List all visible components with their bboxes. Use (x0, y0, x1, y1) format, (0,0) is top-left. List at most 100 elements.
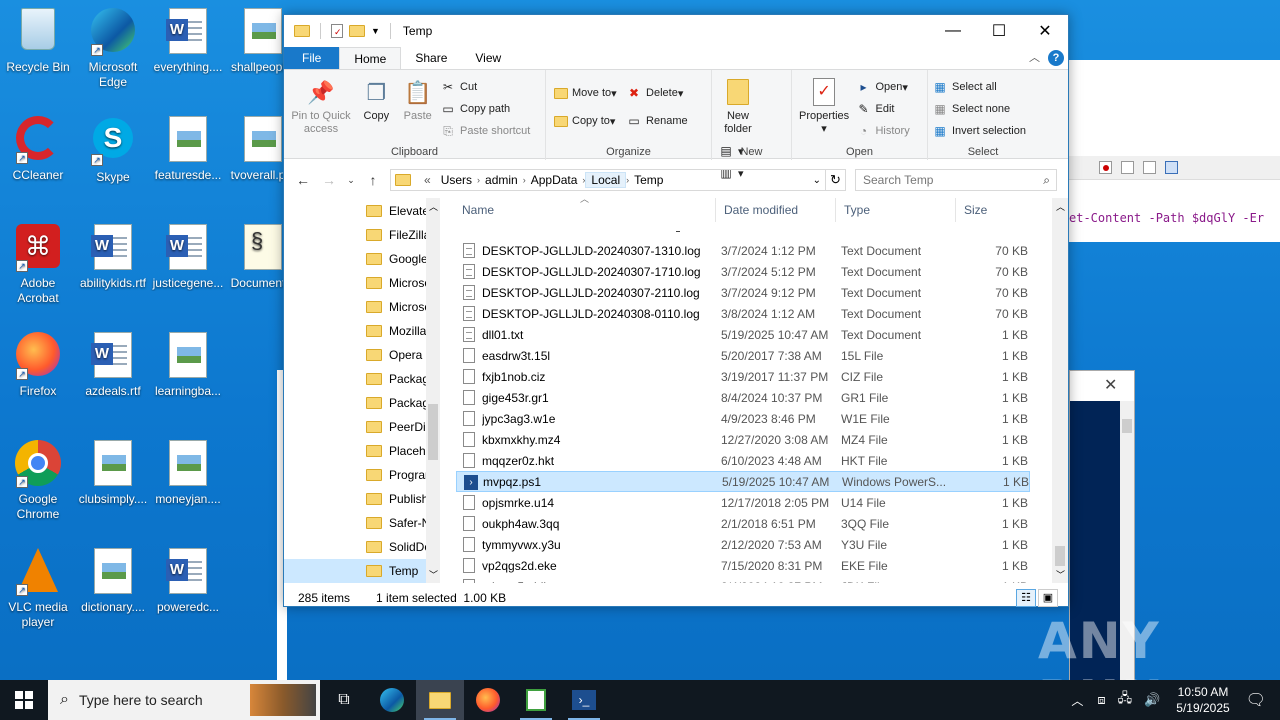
select-all-button[interactable]: ▦ Select all (932, 76, 1026, 98)
address-box[interactable]: « Users › admin › AppData › Local › Temp ⌄ (390, 169, 826, 191)
nav-scrollbar[interactable]: ︿ ﹀ (426, 198, 440, 583)
file-row[interactable]: gige453r.gr1 8/4/2024 10:37 PM GR1 File 1 K… (456, 387, 1030, 408)
properties-icon[interactable]: ✓ (331, 24, 343, 38)
nav-folder-item[interactable]: Safer-N (284, 511, 426, 535)
tab-view[interactable]: View (461, 47, 515, 69)
taskbar-powershell[interactable]: ›_ (560, 680, 608, 720)
rename-button[interactable]: ▭ Rename (626, 110, 687, 132)
crumb-local[interactable]: Local (585, 172, 627, 188)
nav-folder-item[interactable]: Opera (284, 343, 426, 367)
nav-folder-item[interactable]: Publish (284, 487, 426, 511)
desktop-icon[interactable]: S ↗ Skype (75, 116, 151, 185)
desktop-icon[interactable]: ⌘ ↗ Adobe Acrobat (0, 224, 76, 306)
file-row[interactable]: › mvpqz.ps1 5/19/2025 10:47 AM Windows Powe… (456, 471, 1030, 492)
taskbar-notepad[interactable] (512, 680, 560, 720)
large-icons-view-button[interactable]: ▣ (1038, 589, 1058, 607)
maximize-button[interactable]: ☐ (976, 15, 1022, 47)
desktop-icon[interactable]: Recycle Bin (0, 8, 76, 75)
select-none-button[interactable]: ▦ Select none (932, 98, 1026, 120)
file-list-scrollbar[interactable]: ︿ ﹀ (1052, 198, 1068, 583)
nav-folder-item[interactable]: PeerDis (284, 415, 426, 439)
column-size[interactable]: Size (956, 198, 1032, 222)
desktop-icon[interactable]: Wpoweredc... (150, 548, 226, 615)
file-row[interactable]: opjsmrke.u14 12/17/2018 2:05 PM U14 File 1 … (456, 492, 1030, 513)
cut-button[interactable]: ✂ Cut (440, 76, 530, 98)
crumb-admin[interactable]: admin (480, 173, 523, 187)
nav-folder-item[interactable]: SolidDo (284, 535, 426, 559)
recent-locations-button[interactable]: ⌄ (342, 175, 360, 186)
minimize-button[interactable]: — (930, 15, 976, 47)
desktop-icon[interactable]: clubsimply.... (75, 440, 151, 507)
desktop-icon[interactable]: dictionary.... (75, 548, 151, 615)
desktop-icon[interactable]: ↗ Microsoft Edge (75, 8, 151, 90)
file-row[interactable]: easdrw3t.15l 5/20/2017 7:38 AM 15L File 1 K… (456, 345, 1030, 366)
details-view-button[interactable]: ☷ (1016, 589, 1036, 607)
stop-icon[interactable] (1121, 161, 1134, 174)
copy-to-button[interactable]: Copy to ▾ (554, 110, 617, 132)
tab-home[interactable]: Home (339, 47, 402, 69)
nav-folder-item[interactable]: Elevate (284, 199, 426, 223)
nav-folder-item[interactable]: FileZilla (284, 223, 426, 247)
desktop-icon[interactable]: learningba... (150, 332, 226, 399)
search-input[interactable]: Search Temp ⌕ (855, 169, 1057, 191)
desktop-icon[interactable]: ↗ VLC media player (0, 548, 76, 630)
chevron-up-icon[interactable]: ︿ (1071, 692, 1083, 709)
nav-folder-item[interactable]: Progran (284, 463, 426, 487)
navigation-pane[interactable]: Elevate FileZilla Google Microso Microso Mozi… (284, 198, 440, 583)
network-icon[interactable]: 🖧 (1118, 689, 1133, 711)
forward-button[interactable]: → (316, 172, 342, 188)
crumb-appdata[interactable]: AppData (526, 173, 583, 187)
file-row[interactable]: fxjb1nob.ciz 3/19/2017 11:37 PM CIZ File 1 … (456, 366, 1030, 387)
notifications-icon[interactable]: 🗨 (1246, 690, 1266, 710)
tab-file[interactable]: File (284, 47, 340, 69)
file-row[interactable]: jypc3ag3.w1e 4/9/2023 8:46 PM W1E File 1 KB (456, 408, 1030, 429)
copy-button[interactable]: ❐ Copy (357, 74, 395, 125)
desktop-icon[interactable]: ↗ Firefox (0, 332, 76, 399)
column-date[interactable]: Date modified (716, 198, 836, 222)
column-type[interactable]: Type (836, 198, 956, 222)
run-icon[interactable] (1165, 161, 1178, 174)
paste-button[interactable]: 📋 Paste (399, 74, 437, 125)
start-button[interactable] (0, 680, 48, 720)
copy-path-button[interactable]: ▭ Copy path (440, 98, 530, 120)
refresh-button[interactable]: ↻ (826, 169, 846, 191)
scroll-up-icon[interactable]: ︿ (1056, 200, 1065, 213)
desktop-icon[interactable]: ↗ Google Chrome (0, 440, 76, 522)
nav-folder-item[interactable]: Packag (284, 367, 426, 391)
desktop-icon[interactable]: featuresde... (150, 116, 226, 183)
quick-access-dropdown-icon[interactable]: ▼ (371, 26, 380, 36)
file-row[interactable]: mqqzer0z.hkt 6/10/2023 4:48 AM HKT File 1 K… (456, 450, 1030, 471)
tab-share[interactable]: Share (401, 47, 461, 69)
file-row[interactable]: oukph4aw.3qq 2/1/2018 6:51 PM 3QQ File 1 KB (456, 513, 1030, 534)
close-icon[interactable]: ✕ (1104, 375, 1117, 395)
file-row[interactable]: DESKTOP-JGLLJLD-20240307-1710.log 3/7/202… (456, 261, 1030, 282)
delete-button[interactable]: ✖ Delete ▾ (626, 82, 688, 104)
new-folder-icon[interactable] (349, 25, 365, 37)
paste-shortcut-button[interactable]: ⎘ Paste shortcut (440, 120, 530, 142)
desktop-icon[interactable]: Wabilitykids.rtf (75, 224, 151, 291)
file-list[interactable]: Name ︿ Date modified Type Size DESKTOP-J… (454, 198, 1052, 583)
nav-folder-item[interactable]: Packag (284, 391, 426, 415)
move-to-button[interactable]: Move to ▾ (554, 82, 617, 104)
nav-folder-item[interactable]: Temp (284, 559, 426, 583)
clock[interactable]: 10:50 AM 5/19/2025 (1176, 684, 1229, 716)
properties-button[interactable]: ✓ Properties ▾ (796, 74, 852, 138)
volume-icon[interactable]: 🔊 (1144, 692, 1160, 708)
taskbar-edge[interactable] (368, 680, 416, 720)
address-dropdown-icon[interactable]: ⌄ (813, 175, 821, 186)
scroll-down-icon[interactable]: ﹀ (429, 568, 438, 581)
address-overflow[interactable]: « (419, 173, 436, 187)
desktop-icon[interactable]: Weverything.... (150, 8, 226, 75)
nav-folder-item[interactable]: Mozilla (284, 319, 426, 343)
file-row[interactable]: ydcxar5p.jdk 8/4/2024 10:37 PMJDK File1 K… (456, 576, 1030, 583)
close-button[interactable]: ✕ (1022, 15, 1068, 47)
device-icon[interactable]: ⧈ (1097, 692, 1105, 708)
nav-folder-item[interactable]: Placeho (284, 439, 426, 463)
file-row[interactable]: tymmyvwx.y3u 2/12/2020 7:53 AM Y3U File 1 K… (456, 534, 1030, 555)
step-icon[interactable] (1143, 161, 1156, 174)
desktop-icon[interactable]: moneyjan.... (150, 440, 226, 507)
nav-folder-item[interactable]: Google (284, 247, 426, 271)
desktop-icon[interactable]: Wazdeals.rtf (75, 332, 151, 399)
taskbar-firefox[interactable] (464, 680, 512, 720)
back-button[interactable]: ← (290, 172, 316, 188)
